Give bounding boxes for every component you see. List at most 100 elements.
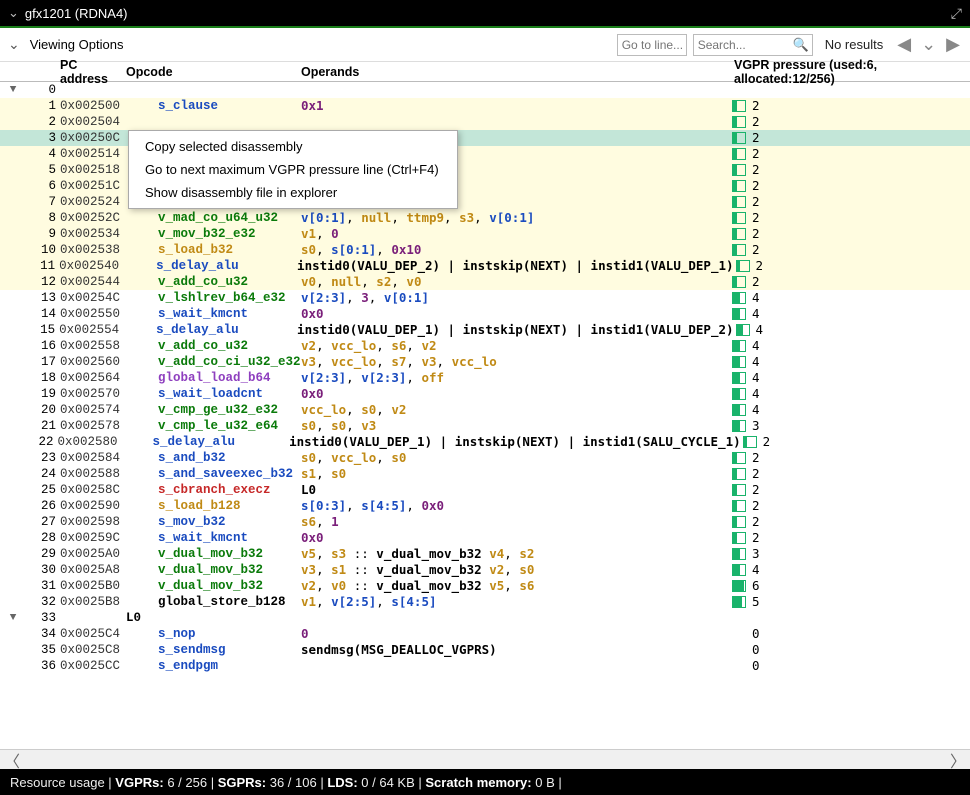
- chevron-down-icon[interactable]: ⌄: [8, 5, 19, 21]
- table-row[interactable]: 100x002538s_load_b32s0, s[0:1], 0x102: [0, 242, 970, 258]
- vgpr-pressure: 2: [730, 98, 970, 114]
- table-row[interactable]: 230x002584s_and_b32s0, vcc_lo, s02: [0, 450, 970, 466]
- table-row[interactable]: 360x0025CCs_endpgm0: [0, 658, 970, 674]
- prev-result-button[interactable]: ◀: [895, 34, 913, 55]
- table-row[interactable]: 140x002550s_wait_kmcnt0x04: [0, 306, 970, 322]
- table-row[interactable]: 10x002500s_clause0x12: [0, 98, 970, 114]
- search-input[interactable]: [693, 34, 813, 56]
- pressure-bar: [736, 324, 750, 336]
- operands: v1, v[2:5], s[4:5]: [301, 594, 730, 610]
- expand-toggle[interactable]: ▼: [0, 82, 26, 98]
- table-row[interactable]: ▼33L0: [0, 610, 970, 626]
- table-row[interactable]: 350x0025C8s_sendmsgsendmsg(MSG_DEALLOC_V…: [0, 642, 970, 658]
- table-row[interactable]: 290x0025A0v_dual_mov_b32v5, s3 :: v_dual…: [0, 546, 970, 562]
- opcode: s_load_b128: [126, 498, 301, 514]
- opcode: s_and_b32: [126, 450, 301, 466]
- line-number: 10: [26, 242, 60, 258]
- table-row[interactable]: 180x002564global_load_b64v[2:3], v[2:3],…: [0, 370, 970, 386]
- vgpr-pressure: 2: [730, 178, 970, 194]
- table-row[interactable]: 110x002540s_delay_aluinstid0(VALU_DEP_2)…: [0, 258, 970, 274]
- table-row[interactable]: 220x002580s_delay_aluinstid0(VALU_DEP_1)…: [0, 434, 970, 450]
- pressure-bar: [732, 308, 746, 320]
- horizontal-scrollbar[interactable]: 〈 〉: [0, 749, 970, 769]
- table-row[interactable]: 320x0025B8global_store_b128v1, v[2:5], s…: [0, 594, 970, 610]
- table-row[interactable]: 300x0025A8v_dual_mov_b32v3, s1 :: v_dual…: [0, 562, 970, 578]
- pc-address: 0x00259C: [60, 530, 126, 546]
- status-scratch: 0 B: [535, 775, 555, 790]
- down-result-button[interactable]: ⌄: [919, 34, 938, 55]
- scroll-left-icon[interactable]: 〈: [4, 748, 20, 772]
- menu-show-in-explorer[interactable]: Show disassembly file in explorer: [129, 181, 457, 204]
- chevron-down-icon[interactable]: ⌄: [8, 36, 20, 53]
- table-row[interactable]: 20x0025042: [0, 114, 970, 130]
- pc-address: 0x0025C4: [60, 626, 126, 642]
- status-lds: 0 / 64 KB: [361, 775, 414, 790]
- pressure-value: 4: [752, 370, 760, 386]
- header-operands[interactable]: Operands: [301, 65, 730, 79]
- table-row[interactable]: 280x00259Cs_wait_kmcnt0x02: [0, 530, 970, 546]
- pressure-value: 5: [752, 594, 760, 610]
- line-number: 20: [26, 402, 60, 418]
- table-row[interactable]: 190x002570s_wait_loadcnt0x04: [0, 386, 970, 402]
- pressure-bar: [743, 436, 757, 448]
- line-number: 24: [26, 466, 60, 482]
- table-row[interactable]: 130x00254Cv_lshlrev_b64_e32v[2:3], 3, v[…: [0, 290, 970, 306]
- menu-copy-disassembly[interactable]: Copy selected disassembly: [129, 135, 457, 158]
- table-row[interactable]: 270x002598s_mov_b32s6, 12: [0, 514, 970, 530]
- line-number: 7: [26, 194, 60, 210]
- expand-icon[interactable]: ⤢: [951, 5, 962, 22]
- goto-line-input[interactable]: [617, 34, 687, 56]
- vgpr-pressure: 2: [734, 258, 970, 274]
- table-row[interactable]: 260x002590s_load_b128s[0:3], s[4:5], 0x0…: [0, 498, 970, 514]
- table-row[interactable]: 160x002558v_add_co_u32v2, vcc_lo, s6, v2…: [0, 338, 970, 354]
- operands: v3, s1 :: v_dual_mov_b32 v2, s0: [301, 562, 730, 578]
- pressure-value: 2: [752, 178, 760, 194]
- pressure-value: 2: [752, 482, 760, 498]
- expand-toggle[interactable]: ▼: [0, 610, 26, 626]
- line-number: 25: [26, 482, 60, 498]
- pressure-value: 0: [752, 658, 760, 674]
- table-row[interactable]: 150x002554s_delay_aluinstid0(VALU_DEP_1)…: [0, 322, 970, 338]
- pressure-value: 2: [752, 226, 760, 242]
- table-row[interactable]: 240x002588s_and_saveexec_b32s1, s02: [0, 466, 970, 482]
- pressure-value: 2: [752, 498, 760, 514]
- table-row[interactable]: 90x002534v_mov_b32_e32v1, 02: [0, 226, 970, 242]
- pressure-bar: [732, 596, 746, 608]
- pressure-value: 2: [752, 194, 760, 210]
- table-row[interactable]: 310x0025B0v_dual_mov_b32v2, v0 :: v_dual…: [0, 578, 970, 594]
- vgpr-pressure: 4: [730, 338, 970, 354]
- table-row[interactable]: 170x002560v_add_co_ci_u32_e32v3, vcc_lo,…: [0, 354, 970, 370]
- header-pc[interactable]: PC address: [60, 58, 126, 86]
- operands: instid0(VALU_DEP_1) | instskip(NEXT) | i…: [289, 434, 741, 450]
- pressure-value: 2: [752, 514, 760, 530]
- line-number: 15: [26, 322, 60, 338]
- scroll-right-icon[interactable]: 〉: [950, 748, 966, 772]
- table-row[interactable]: 340x0025C4s_nop00: [0, 626, 970, 642]
- line-number: 1: [26, 98, 60, 114]
- pressure-bar: [732, 580, 746, 592]
- menu-goto-max-pressure[interactable]: Go to next maximum VGPR pressure line (C…: [129, 158, 457, 181]
- pc-address: 0x002538: [60, 242, 126, 258]
- table-row[interactable]: 200x002574v_cmp_ge_u32_e32vcc_lo, s0, v2…: [0, 402, 970, 418]
- header-opcode[interactable]: Opcode: [126, 65, 301, 79]
- pc-address: 0x00250C: [60, 130, 126, 146]
- table-row[interactable]: 80x00252Cv_mad_co_u64_u32v[0:1], null, t…: [0, 210, 970, 226]
- next-result-button[interactable]: ▶: [944, 34, 962, 55]
- table-row[interactable]: 210x002578v_cmp_le_u32_e64s0, s0, v33: [0, 418, 970, 434]
- vgpr-pressure: 2: [730, 194, 970, 210]
- pc-address: 0x002558: [60, 338, 126, 354]
- status-prefix: Resource usage: [10, 775, 105, 790]
- pressure-bar: [732, 452, 746, 464]
- opcode: global_load_b64: [126, 370, 301, 386]
- header-vgpr-pressure[interactable]: VGPR pressure (used:6, allocated:12/256): [730, 58, 970, 86]
- window-title: gfx1201 (RDNA4): [25, 6, 128, 21]
- pressure-value: 4: [752, 562, 760, 578]
- operands: v1, 0: [301, 226, 730, 242]
- pressure-bar: [732, 180, 746, 192]
- opcode: s_mov_b32: [126, 514, 301, 530]
- table-row[interactable]: 250x00258Cs_cbranch_execzL02: [0, 482, 970, 498]
- viewing-options-label[interactable]: Viewing Options: [30, 37, 124, 52]
- table-row[interactable]: 120x002544v_add_co_u32v0, null, s2, v02: [0, 274, 970, 290]
- pressure-bar: [732, 196, 746, 208]
- line-number: 23: [26, 450, 60, 466]
